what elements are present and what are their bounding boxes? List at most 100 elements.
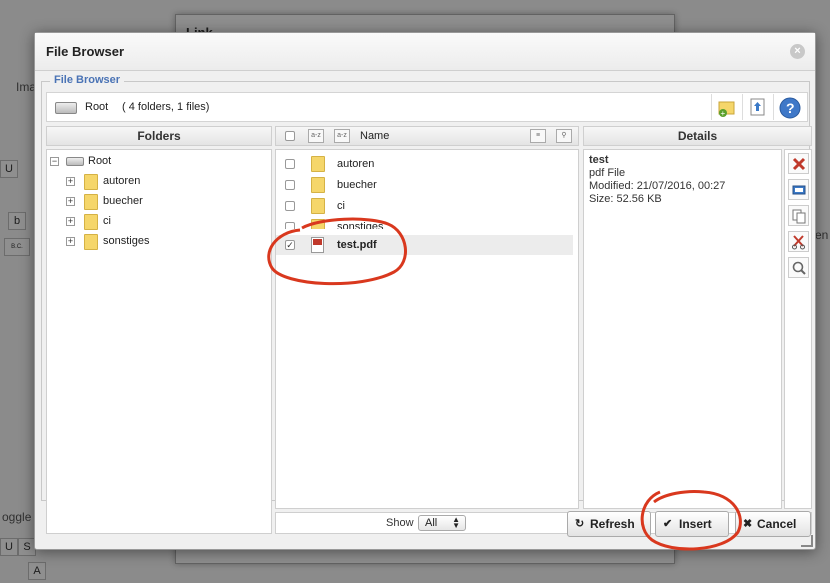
file-row-sonstiges[interactable]: sonstiges xyxy=(276,217,573,229)
details-size: Size: 52.56 KB xyxy=(589,193,662,205)
insert-label: Insert xyxy=(679,517,712,531)
rename-icon xyxy=(792,185,806,195)
upload-button[interactable] xyxy=(742,94,772,120)
details-panel: test pdf File Modified: 21/07/2016, 00:2… xyxy=(583,149,782,509)
refresh-label: Refresh xyxy=(590,517,635,531)
file-name: test.pdf xyxy=(337,239,377,251)
file-browser-fieldset: File Browser Root ( 4 folders, 1 files) … xyxy=(41,74,812,534)
upload-icon xyxy=(750,98,765,116)
details-file-name: test xyxy=(589,154,609,166)
folders-panel-header: Folders xyxy=(46,126,272,146)
folder-icon xyxy=(84,234,98,250)
help-icon: ? xyxy=(779,97,801,119)
path-count-label: ( 4 folders, 1 files) xyxy=(122,101,210,113)
sort-az-desc-icon[interactable]: a-z xyxy=(334,129,350,143)
folder-icon xyxy=(84,214,98,230)
search-icon[interactable]: ⚲ xyxy=(556,129,572,143)
details-panel-header: Details xyxy=(583,126,812,146)
file-row-test-pdf[interactable]: ✓ test.pdf xyxy=(276,235,573,255)
tree-item-sonstiges[interactable]: + sonstiges xyxy=(66,233,246,251)
folder-icon xyxy=(84,194,98,210)
row-checkbox[interactable] xyxy=(285,201,295,211)
refresh-icon: ↻ xyxy=(575,518,585,530)
row-checkbox[interactable] xyxy=(285,180,295,190)
drive-icon xyxy=(66,157,84,166)
tree-root[interactable]: − Root xyxy=(50,153,250,171)
file-name: ci xyxy=(337,200,345,212)
folder-icon xyxy=(84,174,98,190)
cancel-label: Cancel xyxy=(757,517,797,531)
close-icon[interactable]: × xyxy=(790,44,805,59)
expand-icon[interactable]: + xyxy=(66,217,75,226)
resize-grip[interactable] xyxy=(801,535,813,547)
show-filter-select[interactable]: All ▲ ▼ xyxy=(418,515,466,531)
details-file-type: pdf File xyxy=(589,167,626,179)
folder-icon xyxy=(311,156,325,172)
expand-icon[interactable]: + xyxy=(66,197,75,206)
file-name: buecher xyxy=(337,179,377,191)
cancel-icon: ✖ xyxy=(743,518,753,530)
new-folder-icon: + xyxy=(718,101,735,117)
tree-root-label: Root xyxy=(88,155,112,167)
select-arrows-icon: ▲ ▼ xyxy=(452,515,460,530)
copy-icon xyxy=(792,209,806,224)
show-filter-value: All xyxy=(425,517,438,529)
delete-button[interactable] xyxy=(788,153,809,174)
select-all-checkbox[interactable] xyxy=(285,131,295,141)
files-panel: autoren buecher ci sonstiges ✓ test.pdf xyxy=(275,149,579,509)
file-row-ci[interactable]: ci xyxy=(276,196,573,216)
column-name-label[interactable]: Name xyxy=(360,130,389,142)
preview-icon xyxy=(792,261,806,275)
new-folder-button[interactable]: + xyxy=(711,94,741,120)
insert-button[interactable]: ✔ Insert xyxy=(655,511,729,537)
files-column-header: a-z a-z Name ≡ ⚲ xyxy=(275,126,579,146)
row-checkbox[interactable] xyxy=(285,222,295,229)
expand-icon[interactable]: + xyxy=(66,237,75,246)
file-name: autoren xyxy=(337,158,375,170)
cut-button[interactable] xyxy=(788,231,809,252)
list-view-icon[interactable]: ≡ xyxy=(530,129,546,143)
fieldset-legend: File Browser xyxy=(50,74,125,86)
pdf-icon xyxy=(311,237,324,253)
preview-button[interactable] xyxy=(788,257,809,278)
help-button[interactable]: ? xyxy=(773,94,803,120)
tree-item-buecher[interactable]: + buecher xyxy=(66,193,246,211)
folder-icon xyxy=(311,198,325,214)
row-checkbox[interactable] xyxy=(285,159,295,169)
svg-text:?: ? xyxy=(786,100,795,116)
show-label: Show xyxy=(386,517,414,529)
copy-button[interactable] xyxy=(788,205,809,226)
expand-icon[interactable]: + xyxy=(66,177,75,186)
file-row-buecher[interactable]: buecher xyxy=(276,175,573,195)
refresh-button[interactable]: ↻ Refresh xyxy=(567,511,651,537)
drive-icon xyxy=(55,102,77,114)
delete-icon xyxy=(792,157,806,171)
svg-text:+: + xyxy=(721,109,726,117)
collapse-icon[interactable]: − xyxy=(50,157,59,166)
file-browser-dialog: File Browser × File Browser Root ( 4 fol… xyxy=(34,32,816,550)
tree-item-autoren[interactable]: + autoren xyxy=(66,173,246,191)
check-icon: ✔ xyxy=(663,518,673,530)
tree-item-label: buecher xyxy=(103,195,143,207)
tree-item-ci[interactable]: + ci xyxy=(66,213,246,231)
tree-item-label: ci xyxy=(103,215,111,227)
folder-icon xyxy=(311,177,325,193)
file-name: sonstiges xyxy=(337,221,384,229)
show-filter-bar: Show All ▲ ▼ xyxy=(275,512,579,534)
folder-icon xyxy=(311,219,325,229)
folders-panel: − Root + autoren + buecher + ci + sonsti… xyxy=(46,149,272,534)
dialog-title: File Browser xyxy=(46,44,125,59)
sort-az-icon[interactable]: a-z xyxy=(308,129,324,143)
file-row-autoren[interactable]: autoren xyxy=(276,154,573,174)
path-root-label: Root xyxy=(85,101,109,113)
details-actions xyxy=(784,149,812,509)
details-text: test pdf File Modified: 21/07/2016, 00:2… xyxy=(589,154,725,206)
tree-item-label: autoren xyxy=(103,175,141,187)
row-checkbox-checked[interactable]: ✓ xyxy=(285,240,295,250)
cancel-button[interactable]: ✖ Cancel xyxy=(735,511,811,537)
dialog-titlebar[interactable]: File Browser × xyxy=(35,33,815,71)
cut-icon xyxy=(792,235,805,250)
path-bar: Root ( 4 folders, 1 files) + ? xyxy=(46,92,808,122)
tree-item-label: sonstiges xyxy=(103,235,150,247)
rename-button[interactable] xyxy=(788,179,809,200)
